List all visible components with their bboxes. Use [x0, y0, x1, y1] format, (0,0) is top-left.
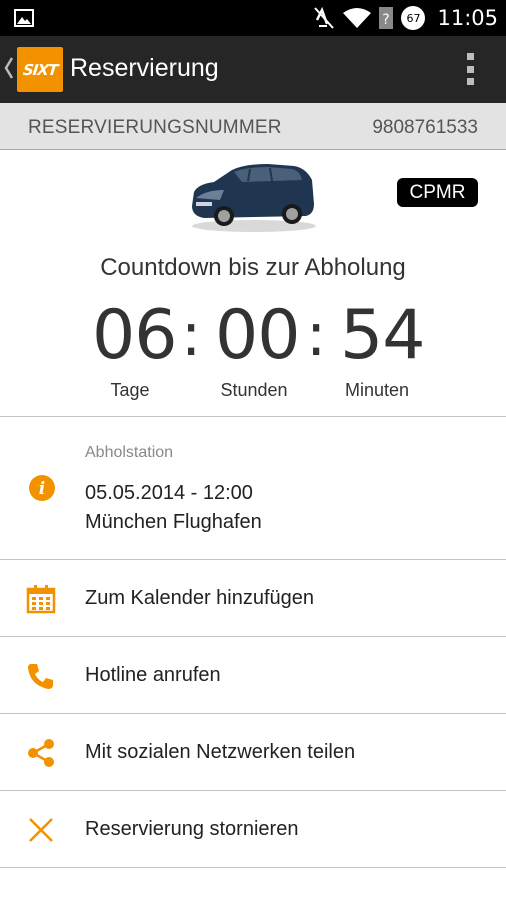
signal-icon: ?	[379, 7, 394, 29]
image-icon	[14, 9, 34, 27]
wifi-icon	[343, 8, 372, 28]
svg-text:i: i	[39, 479, 45, 499]
vehicle-code-badge: CPMR	[397, 178, 478, 207]
countdown-minutes-label: Minuten	[344, 380, 410, 400]
add-to-calendar-label: Zum Kalender hinzufügen	[85, 587, 315, 609]
overflow-menu-icon[interactable]	[464, 53, 476, 85]
share-label: Mit sozialen Netzwerken teilen	[85, 741, 356, 763]
info-icon: i	[29, 475, 55, 501]
logo-text: SIXT	[21, 60, 59, 79]
countdown-separator: :	[181, 300, 202, 370]
up-caret-icon[interactable]	[4, 56, 14, 80]
page-title: Reservierung	[70, 54, 219, 82]
countdown-separator: :	[306, 300, 327, 370]
close-icon	[29, 818, 53, 842]
pickup-station-label: Abholstation	[85, 444, 174, 461]
reservation-number-label: RESERVIERUNGSNUMMER	[28, 117, 282, 138]
countdown-title: Countdown bis zur Abholung	[100, 254, 406, 281]
reservation-number-value: 9808761533	[372, 117, 478, 138]
countdown-days: 06	[92, 296, 178, 375]
countdown-hours: 00	[215, 296, 301, 375]
divider	[0, 867, 506, 868]
mute-icon	[314, 6, 335, 29]
clock: 11:05	[437, 6, 498, 30]
battery-level: 67	[406, 11, 421, 25]
action-bar: SIXT Reservierung	[0, 36, 506, 103]
cancel-reservation-label: Reservierung stornieren	[85, 818, 299, 840]
share-icon	[28, 739, 54, 767]
share-row[interactable]: Mit sozialen Netzwerken teilen	[0, 714, 506, 791]
battery-icon: 67	[401, 6, 426, 30]
add-to-calendar-row[interactable]: Zum Kalender hinzufügen	[0, 560, 506, 637]
divider	[0, 416, 506, 417]
countdown-minutes: 54	[340, 296, 426, 375]
svg-text:?: ?	[383, 12, 390, 28]
pickup-location: München Flughafen	[85, 511, 262, 533]
calendar-icon	[26, 585, 56, 614]
reservation-number-bar: RESERVIERUNGSNUMMER 9808761533	[0, 103, 506, 150]
phone-icon	[28, 664, 53, 689]
countdown-hours-label: Stunden	[220, 380, 288, 400]
countdown-days-label: Tage	[110, 380, 150, 400]
pickup-datetime: 05.05.2014 - 12:00	[85, 482, 253, 504]
cancel-reservation-row[interactable]: Reservierung stornieren	[0, 791, 506, 868]
sixt-logo[interactable]: SIXT	[17, 47, 63, 92]
call-hotline-row[interactable]: Hotline anrufen	[0, 637, 506, 714]
call-hotline-label: Hotline anrufen	[85, 664, 221, 686]
car-image	[184, 154, 322, 246]
status-bar: ? 67 11:05	[0, 0, 506, 36]
